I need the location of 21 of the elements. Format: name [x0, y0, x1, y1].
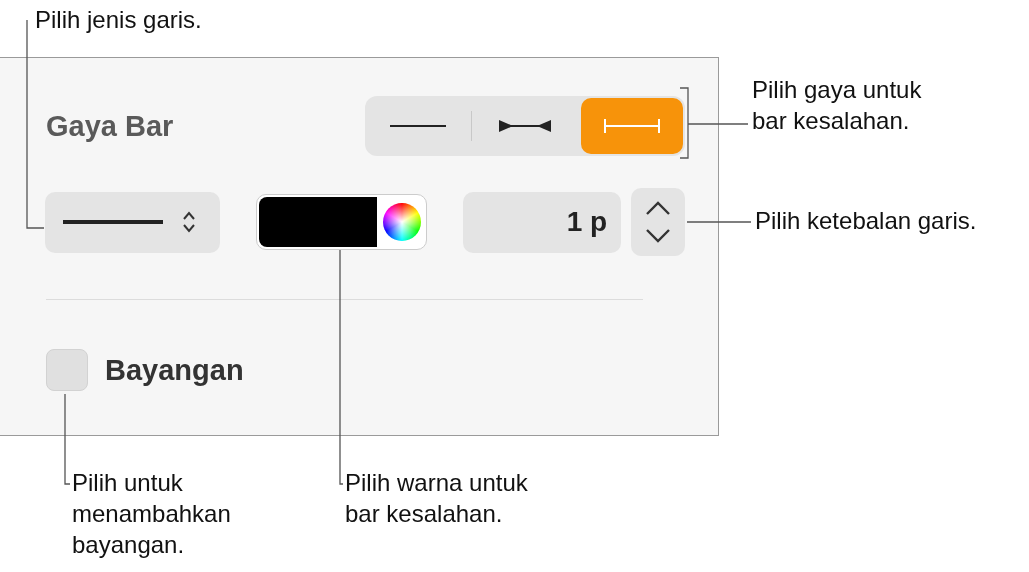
bracket-leader-line — [679, 87, 749, 159]
color-well[interactable] — [255, 194, 428, 250]
section-title: Gaya Bar — [46, 109, 174, 143]
callout-text: Pilih gaya untuk bar kesalahan. — [752, 75, 922, 136]
callout-text: Pilih ketebalan garis. — [755, 206, 977, 236]
chevron-icon — [181, 210, 196, 234]
chevron-up-icon — [645, 199, 672, 217]
callout-text: Pilih untuk menambahkan bayangan. — [72, 468, 231, 560]
line-style-popup[interactable] — [45, 191, 220, 253]
chevron-down-icon — [645, 227, 672, 245]
thickness-field[interactable]: 1 p — [463, 191, 622, 253]
capped-line-icon — [603, 118, 660, 134]
stepper[interactable] — [631, 188, 685, 256]
arrow-line-icon — [497, 119, 554, 133]
line-icon — [63, 219, 163, 225]
checkbox[interactable] — [46, 349, 88, 391]
callout-text: Pilih jenis garis. — [35, 5, 202, 35]
checkbox-label: Bayangan — [105, 353, 244, 387]
leader-line — [686, 221, 752, 223]
color-wheel-icon — [382, 203, 421, 241]
callout-text: Pilih warna untuk bar kesalahan. — [345, 468, 528, 529]
